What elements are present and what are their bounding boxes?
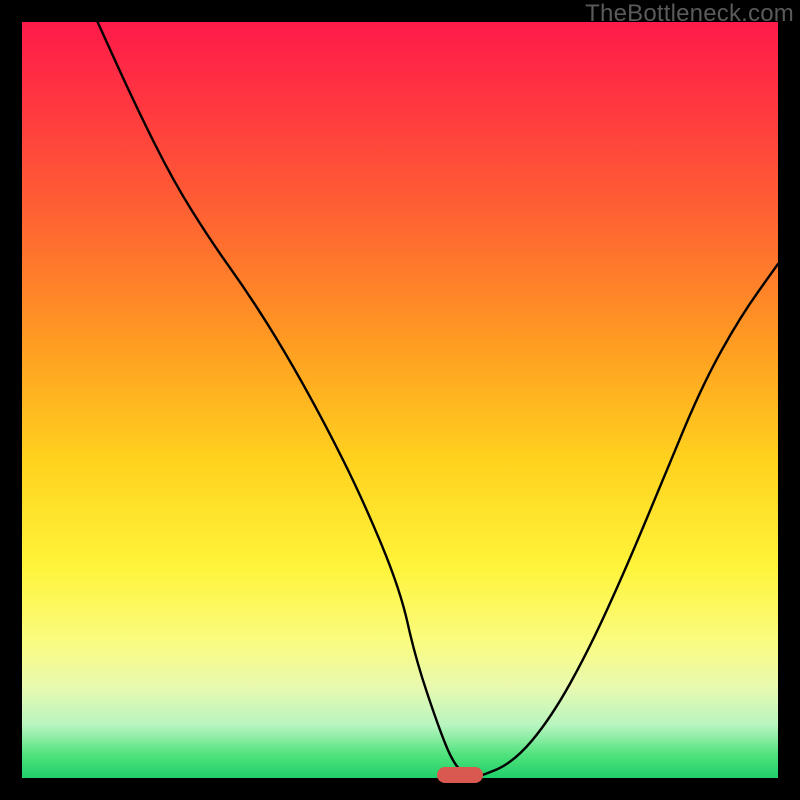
watermark-text: TheBottleneck.com (585, 0, 794, 28)
plot-area (22, 22, 778, 778)
minimum-marker (437, 767, 483, 783)
chart-frame: TheBottleneck.com (0, 0, 800, 800)
bottleneck-curve (22, 22, 778, 778)
